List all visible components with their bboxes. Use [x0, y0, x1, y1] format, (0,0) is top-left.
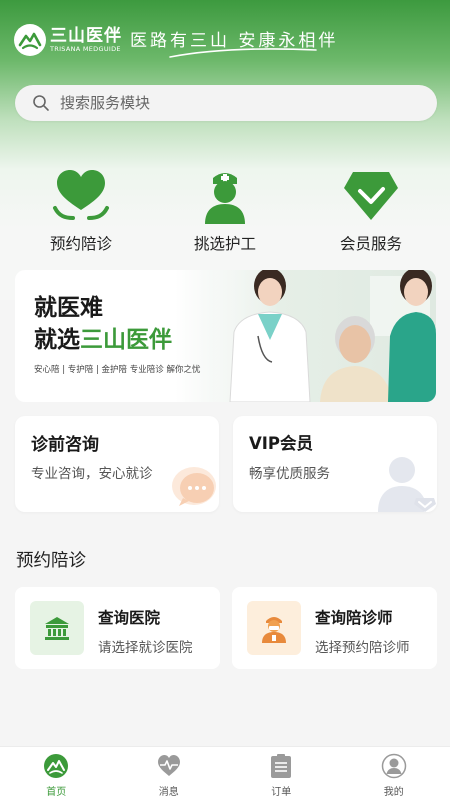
tab-home[interactable]: 首页	[0, 747, 113, 800]
chat-bubble-icon	[172, 467, 216, 506]
escort-query-card[interactable]: 查询陪诊师 选择预约陪诊师	[232, 587, 437, 669]
vip-card[interactable]: VIP会员 畅享优质服务	[233, 416, 437, 512]
banner-line2-prefix: 就选	[34, 327, 80, 353]
bottom-tab-bar: 首页 消息 订单 我的	[0, 746, 450, 800]
banner-line1: 就医难	[34, 295, 103, 321]
profile-icon	[380, 752, 408, 780]
escort-person-icon	[247, 601, 301, 655]
quick-action-label: 预约陪诊	[49, 235, 112, 253]
slogan-swash	[169, 48, 317, 58]
quick-action-label: 会员服务	[339, 235, 402, 253]
banner-line2-highlight: 三山医伴	[80, 327, 172, 353]
tab-orders[interactable]: 订单	[225, 747, 338, 800]
tab-profile[interactable]: 我的	[338, 747, 450, 800]
tab-label: 消息	[158, 787, 179, 798]
quick-action-label: 挑选护工	[193, 235, 256, 253]
search-input[interactable]	[60, 94, 400, 112]
tab-label: 订单	[271, 787, 292, 798]
brand-name: 三山医伴	[50, 25, 122, 46]
tab-label: 首页	[46, 787, 67, 798]
vip-user-icon	[378, 457, 436, 512]
quick-action-caregiver[interactable]: 挑选护工	[155, 168, 295, 254]
banner-subtitle: 安心陪 | 专护陪 | 金护陪 专业陪诊 解你之忧	[34, 365, 201, 375]
banner-line2: 就选三山医伴	[34, 324, 172, 356]
hospital-query-card[interactable]: 查询医院 请选择就诊医院	[15, 587, 220, 669]
search-bar[interactable]	[15, 85, 437, 121]
tab-messages[interactable]: 消息	[113, 747, 226, 800]
banner-photo	[210, 270, 436, 402]
heart-hands-icon	[51, 168, 111, 224]
brand-logo: 三山医伴 TRISANA MEDGUIDE	[14, 24, 122, 56]
consult-card[interactable]: 诊前咨询 专业咨询，安心就诊	[15, 416, 219, 512]
gem-check-icon	[341, 168, 401, 224]
hospital-query-desc: 请选择就诊医院	[98, 640, 193, 656]
escort-query-title: 查询陪诊师	[315, 609, 393, 627]
escort-query-desc: 选择预约陪诊师	[315, 640, 410, 656]
consult-card-title: 诊前咨询	[31, 435, 99, 455]
heartbeat-icon	[155, 752, 183, 780]
home-logo-icon	[42, 752, 70, 780]
tab-label: 我的	[383, 787, 404, 798]
quick-action-membership[interactable]: 会员服务	[301, 168, 441, 254]
consult-card-desc: 专业咨询，安心就诊	[31, 466, 153, 482]
brand-name-en: TRISANA MEDGUIDE	[50, 44, 121, 53]
hospital-query-title: 查询医院	[98, 609, 161, 627]
clipboard-icon	[267, 752, 295, 780]
vip-card-title: VIP会员	[249, 434, 314, 453]
search-icon	[33, 95, 49, 111]
vip-card-desc: 畅享优质服务	[249, 466, 330, 482]
logo-icon	[14, 24, 46, 56]
promo-banner[interactable]: 就医难 就选三山医伴 安心陪 | 专护陪 | 金护陪 专业陪诊 解你之忧	[15, 270, 436, 402]
quick-action-appointment[interactable]: 预约陪诊	[11, 168, 151, 254]
section-title: 预约陪诊	[16, 551, 86, 571]
banner-headline: 就医难 就选三山医伴	[34, 292, 172, 356]
hospital-icon	[30, 601, 84, 655]
nurse-icon	[195, 168, 255, 224]
